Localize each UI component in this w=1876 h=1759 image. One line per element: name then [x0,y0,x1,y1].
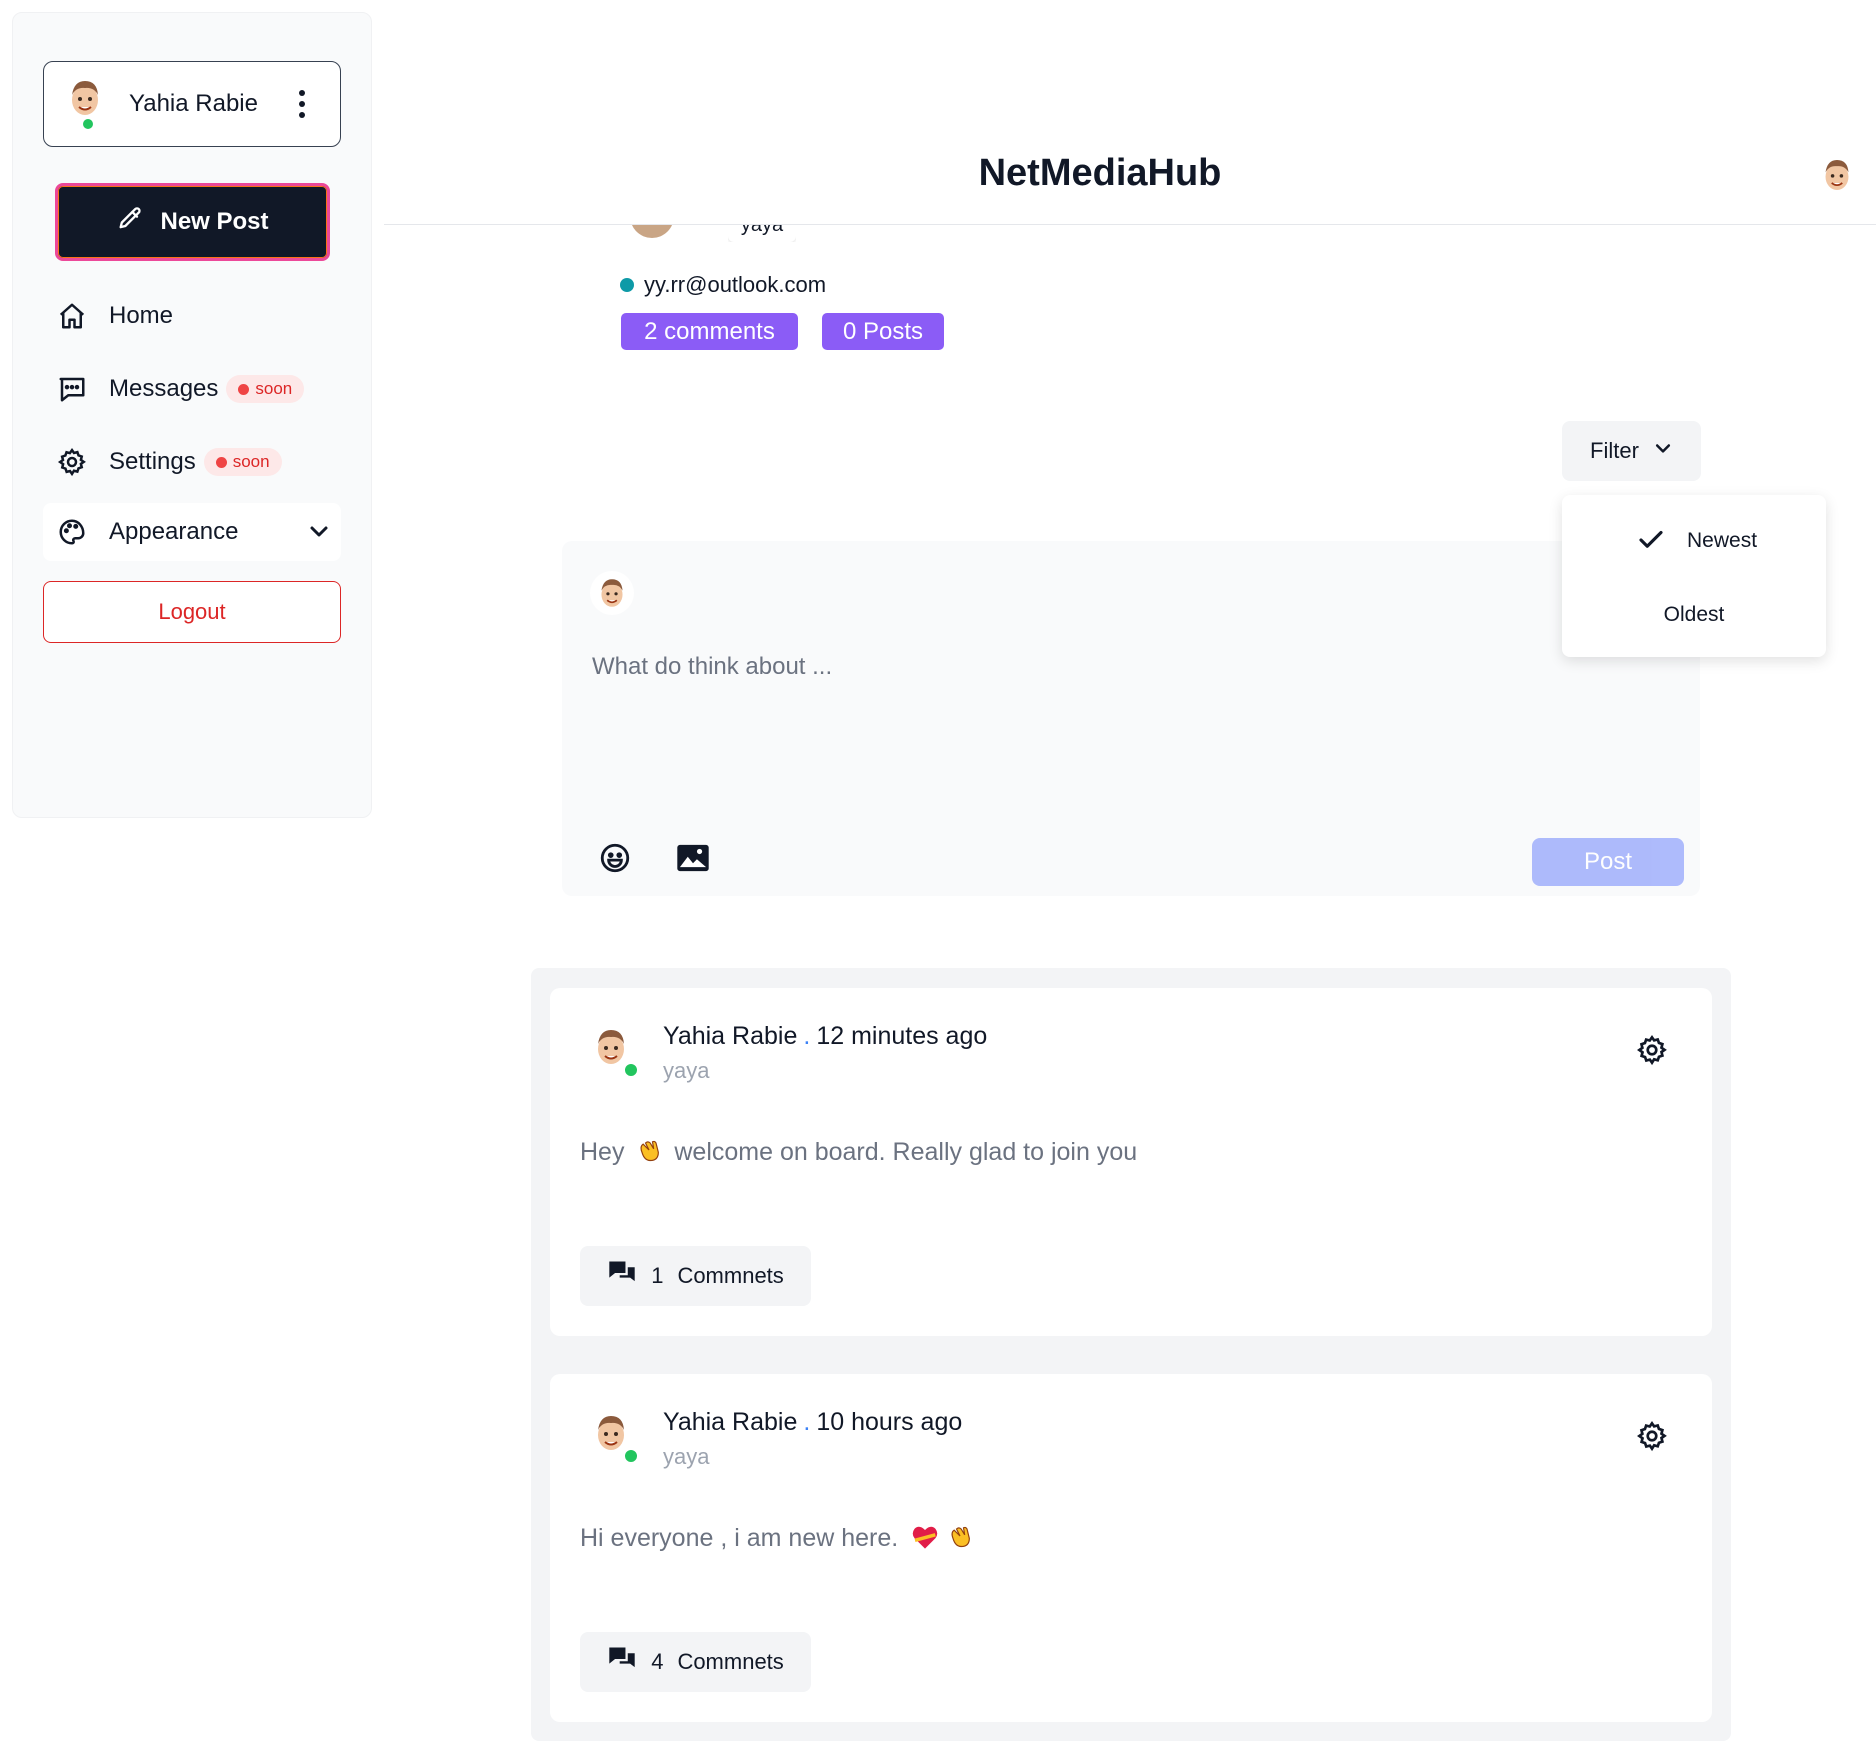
filter-label: Filter [1590,438,1639,463]
new-post-button[interactable]: New Post [55,183,330,261]
sidebar-item-home[interactable]: Home [55,287,345,345]
check-icon [1636,525,1666,561]
post-author: Yahia Rabie [663,1408,798,1436]
sidebar-item-appearance[interactable]: Appearance [43,503,341,561]
user-card[interactable]: Yahia Rabie [43,61,341,147]
gear-icon[interactable] [1636,1420,1668,1457]
filter-dropdown: Newest Oldest [1562,495,1826,657]
sidebar-item-settings[interactable]: Settings soon [55,433,345,491]
header-divider [384,224,1876,225]
post-username: yaya [663,1444,710,1469]
post-username: yaya [663,1058,710,1083]
avatar [68,78,102,118]
page-title: NetMediaHub [978,152,1222,194]
palette-icon [55,515,89,549]
online-status-dot [623,1448,639,1464]
heart-emoji [911,1524,939,1557]
profile-username-badge: yaya [728,224,796,242]
chevron-down-icon [307,519,331,550]
soon-badge: soon [203,448,282,476]
post-header: Yahia Rabie. 12 minutes ago [663,1022,988,1050]
image-icon[interactable] [676,843,710,878]
comments-icon [607,1645,637,1679]
soon-badge: soon [226,375,305,403]
post-button[interactable]: Post [1532,838,1684,886]
post-textarea[interactable] [590,651,1490,801]
wave-emoji [635,1136,663,1171]
chevron-down-icon [1653,438,1673,464]
user-name: Yahia Rabie [129,90,258,117]
post-time: 12 minutes ago [816,1022,988,1050]
post-body: Hi everyone , i am new here. [580,1522,974,1557]
new-post-label: New Post [160,208,269,235]
comments-button[interactable]: 4 Commnets [580,1632,811,1692]
chat-icon [55,372,89,406]
gear-icon [55,445,89,479]
filter-option-oldest[interactable]: Oldest [1562,603,1826,627]
kebab-menu-icon[interactable] [292,86,312,122]
post-card: Yahia Rabie. 12 minutes ago yaya Hey welc… [550,988,1712,1336]
online-status-dot [623,1062,639,1078]
wave-emoji [946,1522,974,1557]
header-avatar[interactable] [1822,156,1852,194]
profile-email: yy.rr@outlook.com [620,272,826,298]
sidebar-item-messages[interactable]: Messages soon [55,360,345,418]
sidebar-item-label: Messages [109,375,219,402]
sidebar-item-label: Appearance [109,518,239,545]
avatar [594,1026,628,1070]
online-status-dot [81,117,95,131]
gear-icon[interactable] [1636,1034,1668,1071]
comments-button[interactable]: 1 Commnets [580,1246,811,1306]
post-card: Yahia Rabie. 10 hours ago yaya Hi everyon… [550,1374,1712,1722]
filter-button[interactable]: Filter [1562,421,1701,481]
logout-button[interactable]: Logout [43,581,341,643]
posts-feed: Yahia Rabie. 12 minutes ago yaya Hey welc… [531,968,1731,1741]
composer-avatar [590,571,634,615]
pencil-icon [116,205,144,240]
avatar [594,1412,628,1456]
comments-count-badge[interactable]: 2 comments [621,313,798,350]
sidebar-item-label: Home [109,302,174,329]
post-composer: Post [562,541,1700,896]
smile-icon[interactable] [598,841,632,880]
post-header: Yahia Rabie. 10 hours ago [663,1408,963,1436]
profile-avatar-partial [630,224,674,238]
sidebar-item-label: Settings [109,448,196,475]
comments-icon [607,1259,637,1293]
posts-count-badge[interactable]: 0 Posts [822,313,944,350]
post-time: 10 hours ago [816,1408,963,1436]
post-author: Yahia Rabie [663,1022,798,1050]
post-body: Hey welcome on board. Really glad to joi… [580,1136,1137,1171]
home-icon [55,299,89,333]
